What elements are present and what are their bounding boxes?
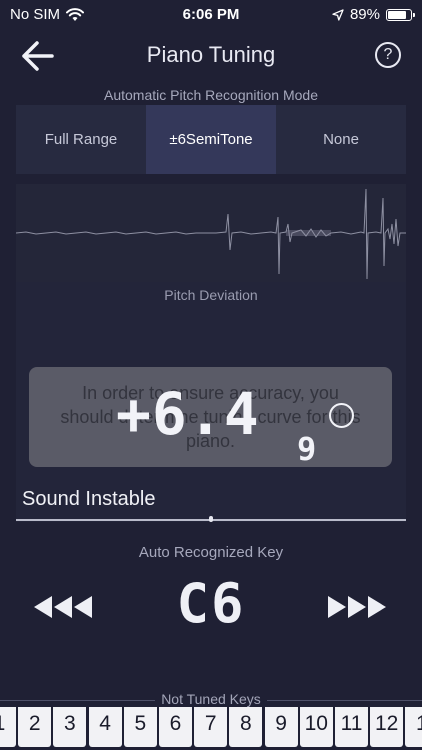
not-tuned-key[interactable]: 2 [18, 707, 52, 747]
not-tuned-keys-strip: 1234567891011121 [0, 707, 422, 750]
back-button[interactable] [18, 38, 58, 74]
not-tuned-key[interactable]: 4 [88, 707, 122, 747]
not-tuned-key[interactable]: 3 [53, 707, 87, 747]
not-tuned-key[interactable]: 7 [194, 707, 228, 747]
waveform-panel [15, 184, 406, 282]
battery-percent: 89% [349, 6, 380, 23]
deviation-needle [209, 516, 213, 522]
mode-full-range[interactable]: Full Range [16, 105, 146, 174]
location-arrow-icon [332, 8, 344, 21]
not-tuned-label: Not Tuned Keys [0, 691, 422, 707]
deviation-value: +6.4 [116, 380, 260, 448]
deviation-indicator-circle [329, 403, 354, 428]
not-tuned-key[interactable]: 10 [299, 707, 333, 747]
pitch-deviation-label: Pitch Deviation [164, 287, 258, 303]
nav-bar: Piano Tuning ? [0, 30, 422, 82]
not-tuned-key[interactable]: 1 [0, 707, 16, 747]
pitch-mode-selector: Full Range ±6SemiTone None [16, 105, 406, 174]
sound-status: Sound Instable [22, 488, 156, 510]
waveform-graph [15, 188, 406, 280]
not-tuned-key[interactable]: 12 [370, 707, 404, 747]
not-tuned-key[interactable]: 5 [123, 707, 157, 747]
pitch-deviation-panel: Pitch Deviation In order to ensure accur… [16, 282, 406, 522]
page-title: Piano Tuning [146, 42, 276, 67]
not-tuned-key[interactable]: 6 [159, 707, 192, 747]
not-tuned-key[interactable]: 9 [264, 707, 298, 747]
not-tuned-key[interactable]: 8 [229, 707, 263, 747]
not-tuned-key[interactable]: 1 [405, 707, 422, 747]
next-key-button[interactable] [320, 592, 390, 622]
help-button[interactable]: ? [375, 42, 401, 68]
battery-fill [388, 10, 406, 19]
deviation-sub-digit: 9 [297, 430, 317, 468]
status-bar: No SIM 6:06 PM 89% [0, 0, 422, 30]
auto-recognized-label: Auto Recognized Key [138, 544, 284, 561]
arrow-left-icon [22, 41, 54, 71]
not-tuned-label-text: Not Tuned Keys [155, 691, 267, 707]
mode-none[interactable]: None [276, 105, 406, 174]
not-tuned-key[interactable]: 11 [335, 707, 368, 747]
mode-six-semitone[interactable]: ±6SemiTone [146, 105, 276, 174]
waveform-trace [15, 188, 406, 280]
status-right: 89% [332, 6, 415, 23]
triple-right-arrow-icon [328, 596, 386, 618]
mode-label: Automatic Pitch Recognition Mode [104, 87, 318, 103]
battery-icon [386, 8, 415, 21]
